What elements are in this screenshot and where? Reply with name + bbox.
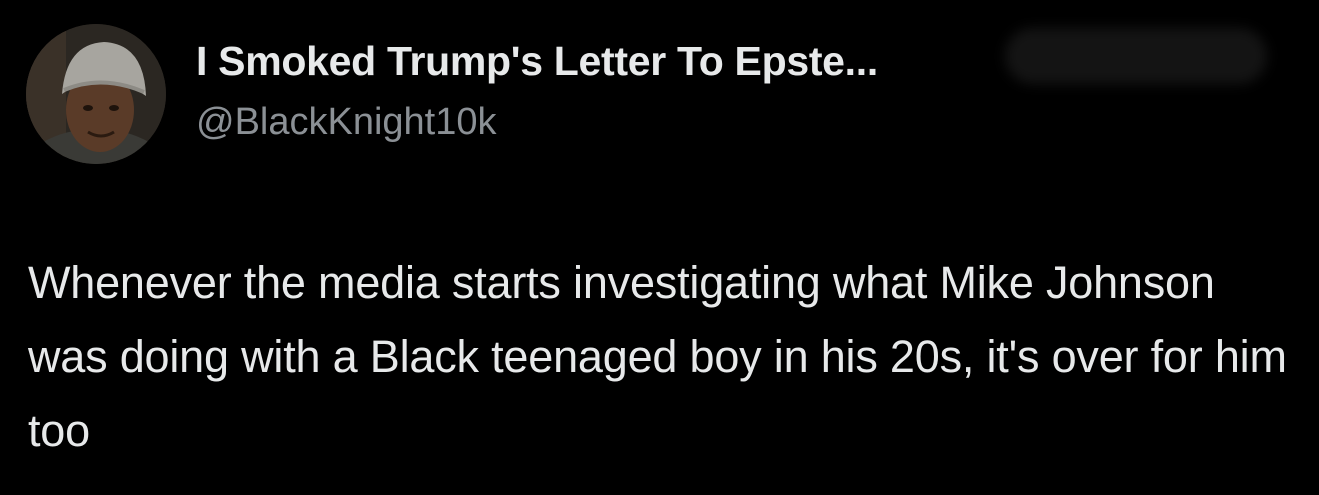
tweet-text: Whenever the media starts investigating … <box>28 257 1287 456</box>
avatar[interactable] <box>26 24 166 164</box>
follow-button[interactable] <box>1005 28 1267 84</box>
profile-photo-icon <box>26 24 166 164</box>
author-handle[interactable]: @BlackKnight10k <box>196 101 497 144</box>
tweet-card: I Smoked Trump's Letter To Epste... @Bla… <box>0 0 1319 495</box>
author-display-name[interactable]: I Smoked Trump's Letter To Epste... <box>196 38 878 85</box>
